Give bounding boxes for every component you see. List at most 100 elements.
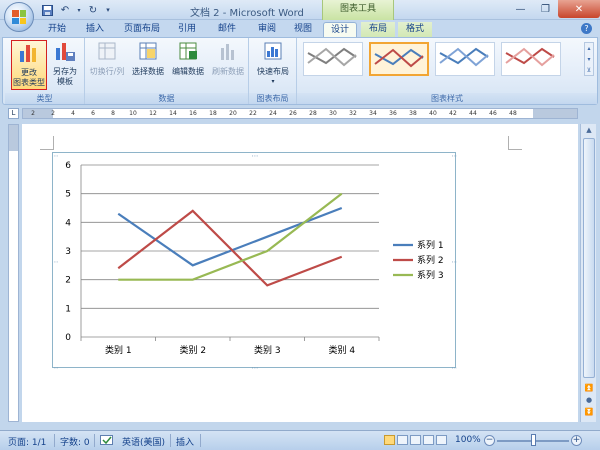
tab-review[interactable]: 审阅 — [250, 22, 284, 37]
browse-object-button[interactable]: ● — [582, 394, 596, 406]
chart-style-1[interactable] — [303, 42, 363, 76]
group-type-label: 类型 — [5, 93, 84, 104]
scroll-thumb[interactable] — [583, 138, 595, 378]
edit-data-button[interactable]: 编辑数据 — [169, 40, 207, 77]
customize-qat-icon[interactable]: ▾ — [104, 3, 112, 17]
resize-handle[interactable]: ⋯ — [252, 153, 259, 160]
tab-mailings[interactable]: 邮件 — [210, 22, 244, 37]
vertical-scrollbar[interactable]: ▲ ⏫ ● ⏬ — [580, 124, 596, 422]
spellcheck-icon[interactable] — [100, 435, 114, 449]
vertical-ruler[interactable] — [8, 124, 19, 422]
web-layout-view-icon[interactable] — [410, 435, 421, 445]
resize-handle[interactable]: ⋯ — [53, 258, 59, 266]
styles-gallery-scroll[interactable]: ▴ ▾ ⊻ — [584, 42, 594, 76]
y-tick-label: 1 — [65, 304, 71, 314]
next-page-button[interactable]: ⏬ — [582, 406, 596, 418]
line-chart[interactable]: 0 1 2 3 4 5 6 类别 1 类别 2 类别 3 类别 4 系列 1 系列 2 系列 3 ⋯ ⋯ ⋯ ⋯ ⋯… — [53, 153, 457, 369]
chart-type-icon — [20, 45, 36, 62]
tab-home[interactable]: 开始 — [40, 22, 74, 37]
ruler-number: 40 — [429, 110, 437, 117]
tab-references[interactable]: 引用 — [170, 22, 204, 37]
chart-style-3[interactable] — [435, 42, 495, 76]
ruler-number: 34 — [369, 110, 377, 117]
y-tick-label: 6 — [65, 161, 71, 171]
scroll-up-button[interactable]: ▲ — [582, 124, 596, 136]
close-button[interactable]: ✕ — [558, 0, 600, 18]
resize-handle[interactable]: ⋯ — [452, 364, 458, 369]
save-icon[interactable] — [40, 3, 54, 17]
chart-style-1-preview — [307, 47, 357, 67]
status-words[interactable]: 字数: 0 — [60, 435, 90, 448]
group-chart-layout-label: 图表布局 — [249, 93, 296, 104]
series-line-1[interactable] — [117, 206, 343, 267]
group-data-label: 数据 — [85, 93, 248, 104]
x-tick-label: 类别 4 — [328, 344, 355, 356]
outline-view-icon[interactable] — [423, 435, 434, 445]
refresh-data-icon — [221, 44, 234, 60]
chart-style-2[interactable] — [369, 42, 429, 76]
help-icon[interactable]: ? — [581, 23, 592, 34]
tab-view[interactable]: 视图 — [288, 22, 318, 37]
ruler-number: 28 — [309, 110, 317, 117]
legend-label: 系列 1 — [417, 239, 444, 251]
title-bar: ↶ ▾ ↻ ▾ 文档 2 - Microsoft Word 图表工具 — ❐ ✕ — [0, 0, 600, 20]
status-insert-mode[interactable]: 插入 — [176, 435, 194, 448]
office-logo-icon — [12, 10, 26, 24]
y-tick-label: 3 — [65, 247, 71, 257]
zoom-in-button[interactable]: + — [571, 435, 582, 446]
ribbon: 更改 图表类型 另存为 模板 类型 切换行/列 选择数据 编辑数据 刷新数据 数… — [2, 37, 598, 105]
x-tick-label: 类别 1 — [105, 344, 132, 356]
tab-selector[interactable]: L — [8, 108, 19, 119]
office-button[interactable] — [4, 2, 34, 32]
status-separator — [200, 434, 201, 447]
resize-handle[interactable]: ⋯ — [452, 258, 458, 266]
maximize-button[interactable]: ❐ — [533, 0, 558, 18]
draft-view-icon[interactable] — [436, 435, 447, 445]
redo-icon[interactable]: ↻ — [86, 3, 100, 17]
zoom-out-button[interactable]: − — [484, 435, 495, 446]
quick-layout-button[interactable]: 快速布局 ▾ — [253, 40, 293, 87]
margin-mark-top-left — [40, 136, 54, 150]
full-screen-reading-view-icon[interactable] — [397, 435, 408, 445]
ruler-number: 10 — [129, 110, 137, 117]
chart-style-4[interactable] — [501, 42, 561, 76]
previous-page-button[interactable]: ⏫ — [582, 382, 596, 394]
change-chart-type-button[interactable]: 更改 图表类型 — [11, 40, 47, 90]
zoom-level[interactable]: 100% — [455, 435, 481, 445]
status-page[interactable]: 页面: 1/1 — [8, 435, 46, 448]
horizontal-ruler[interactable]: 2 2 4 6 8 10 12 14 16 18 20 22 24 26 28 30 32 34 36 38 40 42 4… — [22, 108, 578, 119]
minimize-button[interactable]: — — [508, 0, 533, 18]
tab-insert[interactable]: 插入 — [78, 22, 112, 37]
save-template-icon — [56, 43, 75, 61]
save-template-button[interactable]: 另存为 模板 — [49, 40, 81, 87]
chart-object[interactable]: 0 1 2 3 4 5 6 类别 1 类别 2 类别 3 类别 4 系列 1 系列 2 系列 3 ⋯ ⋯ ⋯ ⋯ ⋯… — [52, 152, 457, 369]
resize-handle[interactable]: ⋯ — [53, 153, 59, 160]
ruler-number: 46 — [489, 110, 497, 117]
y-tick-label: 4 — [65, 218, 71, 228]
select-data-button[interactable]: 选择数据 — [129, 40, 167, 77]
refresh-data-button[interactable]: 刷新数据 — [209, 40, 247, 77]
edit-data-icon — [179, 42, 197, 60]
status-language[interactable]: 英语(美国) — [122, 435, 165, 448]
undo-icon[interactable]: ↶ — [58, 3, 72, 17]
tab-layout[interactable]: 布局 — [361, 22, 395, 37]
tab-page-layout[interactable]: 页面布局 — [118, 22, 166, 37]
ruler-number: 42 — [449, 110, 457, 117]
resize-handle[interactable]: ⋯ — [53, 364, 59, 369]
ruler-number: 20 — [229, 110, 237, 117]
ruler-number: 26 — [289, 110, 297, 117]
tab-format[interactable]: 格式 — [398, 22, 432, 37]
undo-dropdown-icon[interactable]: ▾ — [76, 3, 82, 17]
ruler-number: 2 — [51, 110, 55, 117]
resize-handle[interactable]: ⋯ — [452, 153, 458, 160]
switch-row-col-icon — [98, 42, 116, 60]
print-layout-view-icon[interactable] — [384, 435, 395, 445]
chart-style-3-preview — [439, 47, 489, 67]
zoom-slider-knob[interactable] — [531, 434, 536, 446]
switch-row-col-button[interactable]: 切换行/列 — [87, 40, 127, 77]
quick-layout-dropdown-icon: ▾ — [271, 78, 275, 85]
resize-handle[interactable]: ⋯ — [252, 364, 259, 369]
ruler-margin-left — [23, 109, 53, 118]
tab-design[interactable]: 设计 — [323, 22, 357, 37]
y-tick-label: 0 — [65, 333, 71, 343]
